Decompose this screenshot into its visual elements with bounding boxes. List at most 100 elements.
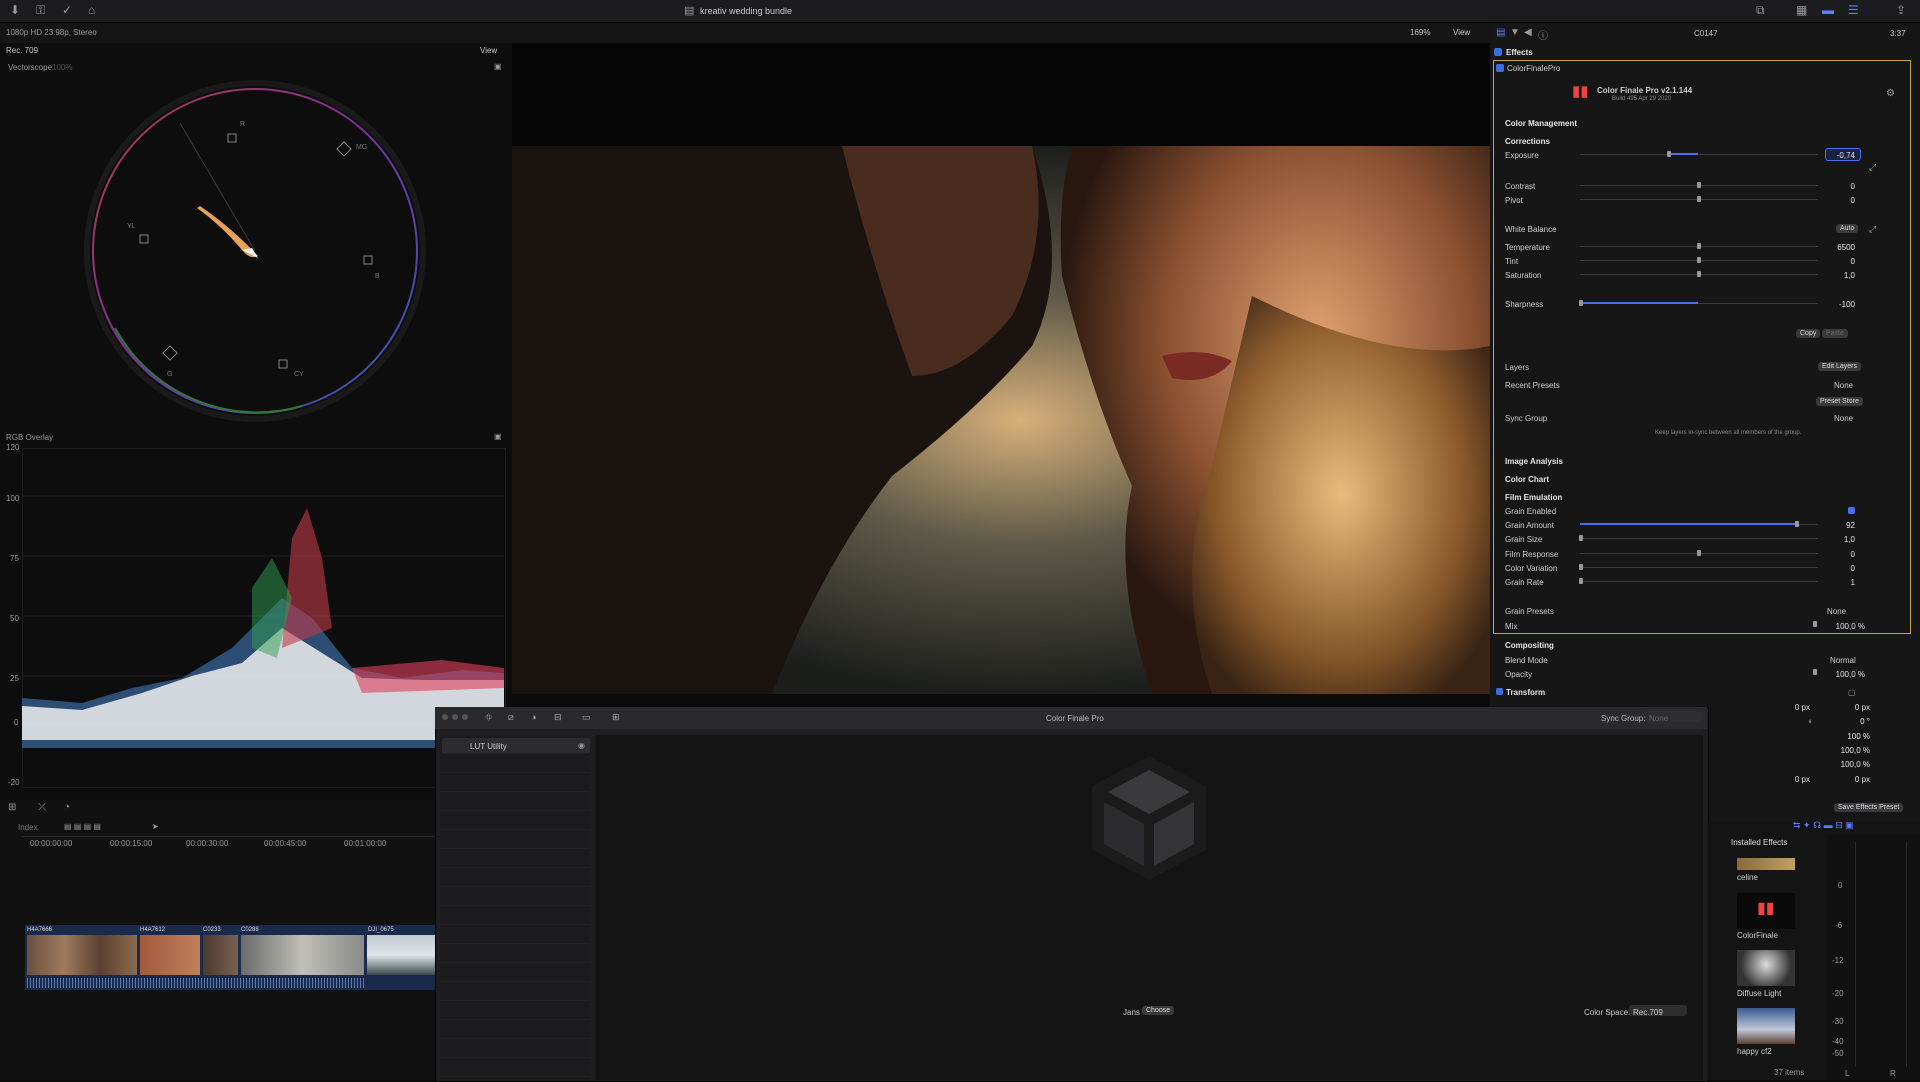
color-management-header[interactable]: Color Management (1505, 119, 1577, 128)
installed-effects-menu[interactable]: Installed Effects (1731, 838, 1787, 847)
zoom-menu[interactable]: 169% (1410, 28, 1430, 37)
grain-size-slider[interactable] (1580, 538, 1818, 539)
folder-icon[interactable]: ▭ (582, 712, 591, 723)
compositing-header[interactable]: Compositing (1505, 641, 1554, 650)
auto-wb-button[interactable]: Auto (1836, 224, 1859, 233)
clip-thumb-1[interactable] (140, 935, 200, 975)
copy-button[interactable]: Copy (1796, 329, 1821, 338)
transform-overlay-icon[interactable]: ▢ (1848, 688, 1856, 697)
view-menu[interactable]: View (1453, 28, 1470, 37)
clip-thumb-0[interactable] (27, 935, 137, 975)
info-inspector-icon[interactable]: ⓘ (1538, 27, 1548, 42)
plugin-checkbox[interactable] (1496, 64, 1504, 72)
sync-group-menu[interactable]: None (1834, 414, 1853, 423)
effect-thumb-happy-cf2[interactable] (1737, 1008, 1795, 1044)
browser-icons[interactable]: ⇆ ✦ ☊ ▬ ⊟ ▣ (1793, 820, 1854, 831)
crop-tool-icon[interactable]: ⊞ (8, 802, 16, 813)
keyword-icon[interactable]: ⚿ (36, 3, 45, 18)
tag-icon[interactable]: ⌂ (88, 3, 95, 17)
color-chart-header[interactable]: Color Chart (1505, 475, 1549, 484)
position-y-value[interactable]: 0 px (1830, 703, 1870, 712)
mix-knob[interactable] (1813, 621, 1817, 627)
scope-view-menu[interactable]: View (480, 46, 497, 55)
scale-all-value[interactable]: 100 % (1830, 732, 1870, 741)
rgb-settings-icon[interactable]: ▣ (494, 432, 502, 441)
effects-checkbox[interactable] (1494, 48, 1502, 56)
saturation-knob[interactable] (1697, 271, 1701, 277)
lut-tool-icon[interactable]: ⊟ (554, 712, 562, 723)
exposure-knob[interactable] (1667, 151, 1671, 157)
grid-icon[interactable]: ▦ (1796, 3, 1807, 17)
timeline-view-icon[interactable]: ▬ (1822, 3, 1834, 17)
check-icon[interactable]: ✓ (62, 3, 72, 17)
layout-icon[interactable]: ⊞ (612, 712, 620, 723)
index-button[interactable]: Index (18, 823, 38, 832)
select-tool-icon[interactable]: ➤ (152, 822, 159, 831)
scale-y-value[interactable]: 100,0 % (1830, 760, 1870, 769)
close-dot-icon[interactable] (442, 714, 448, 720)
color-variation-knob[interactable] (1579, 564, 1583, 570)
opacity-knob[interactable] (1813, 669, 1817, 675)
temperature-knob[interactable] (1697, 243, 1701, 249)
video-inspector-icon[interactable]: ▤ (1496, 27, 1505, 38)
anchor-x-value[interactable]: 0 px (1770, 775, 1810, 784)
edit-layers-button[interactable]: Edit Layers (1818, 362, 1862, 371)
recent-presets-menu[interactable]: None (1834, 381, 1853, 390)
clip-thumb-4[interactable] (367, 935, 435, 975)
position-x-value[interactable]: 0 px (1770, 703, 1810, 712)
color-variation-slider[interactable] (1580, 567, 1818, 568)
anchor-y-value[interactable]: 0 px (1830, 775, 1870, 784)
effect-thumb-celine[interactable] (1737, 858, 1795, 870)
rotation-value[interactable]: 0 ° (1830, 717, 1870, 726)
cfp-layer-list (440, 735, 590, 1080)
grain-presets-menu[interactable]: None (1827, 607, 1846, 616)
transform-tool-icon[interactable]: ⤫ (38, 802, 46, 813)
grain-size-knob[interactable] (1579, 535, 1583, 541)
rotation-dial-icon[interactable]: ◐ (1808, 716, 1813, 726)
visibility-eye-icon[interactable]: ◉ (578, 741, 585, 750)
exposure-slider[interactable] (1580, 154, 1818, 155)
tint-knob[interactable] (1697, 257, 1701, 263)
clip-appearance-icon[interactable]: ▤ ▤ ▤ ▤ (64, 822, 101, 831)
corrections-header[interactable]: Corrections (1505, 137, 1550, 146)
curves-tool-icon[interactable]: ⧄ (508, 712, 514, 723)
sharpness-knob[interactable] (1579, 300, 1583, 306)
film-response-knob[interactable] (1697, 550, 1701, 556)
transform-checkbox[interactable] (1496, 688, 1503, 695)
scale-x-value[interactable]: 100,0 % (1830, 746, 1870, 755)
pivot-knob[interactable] (1697, 196, 1701, 202)
clip-thumb-3[interactable] (241, 935, 364, 975)
gear-icon[interactable]: ⚙ (1886, 88, 1895, 99)
clip-thumb-2[interactable] (203, 935, 238, 975)
audio-inspector-icon[interactable]: ◀ (1524, 27, 1532, 38)
contrast-knob[interactable] (1697, 182, 1701, 188)
minimize-dot-icon[interactable] (452, 714, 458, 720)
blend-mode-menu[interactable]: Normal (1830, 656, 1856, 665)
wheels-tool-icon[interactable]: ⛗ (485, 712, 492, 723)
image-analysis-header[interactable]: Image Analysis (1505, 457, 1563, 466)
grain-rate-knob[interactable] (1579, 578, 1583, 584)
choose-lut-button[interactable]: Choose (1142, 1006, 1175, 1015)
grain-enabled-checkbox[interactable] (1848, 507, 1855, 514)
hsl-tool-icon[interactable]: ◑ (531, 712, 536, 722)
cfp-layer-row[interactable] (442, 738, 590, 753)
import-icon[interactable]: ⬇ (10, 3, 20, 17)
paste-button[interactable]: Paste (1822, 329, 1848, 338)
speed-tool-icon[interactable]: ◔ (64, 802, 70, 813)
scope-settings-icon[interactable]: ▣ (494, 62, 502, 71)
film-emulation-header[interactable]: Film Emulation (1505, 493, 1562, 502)
contrast-label: Contrast (1505, 182, 1536, 191)
share-icon[interactable]: ⧉ (1756, 3, 1765, 18)
zoom-dot-icon[interactable] (462, 714, 468, 720)
eyedropper-icon[interactable]: ⤢ (1869, 162, 1876, 173)
effect-thumb-diffuse-light[interactable] (1737, 950, 1795, 986)
preset-store-button[interactable]: Preset Store (1816, 397, 1863, 406)
inspector-view-icon[interactable]: ☰ (1848, 3, 1859, 17)
export-icon[interactable]: ⇪ (1896, 3, 1906, 17)
grain-rate-slider[interactable] (1580, 581, 1818, 582)
grain-amount-knob[interactable] (1795, 521, 1799, 527)
wb-eyedropper-icon[interactable]: ⤢ (1869, 224, 1876, 235)
color-inspector-icon[interactable]: ▼ (1510, 27, 1520, 38)
save-effects-preset-button[interactable]: Save Effects Preset (1834, 803, 1904, 812)
transform-header[interactable]: Transform (1506, 688, 1545, 697)
